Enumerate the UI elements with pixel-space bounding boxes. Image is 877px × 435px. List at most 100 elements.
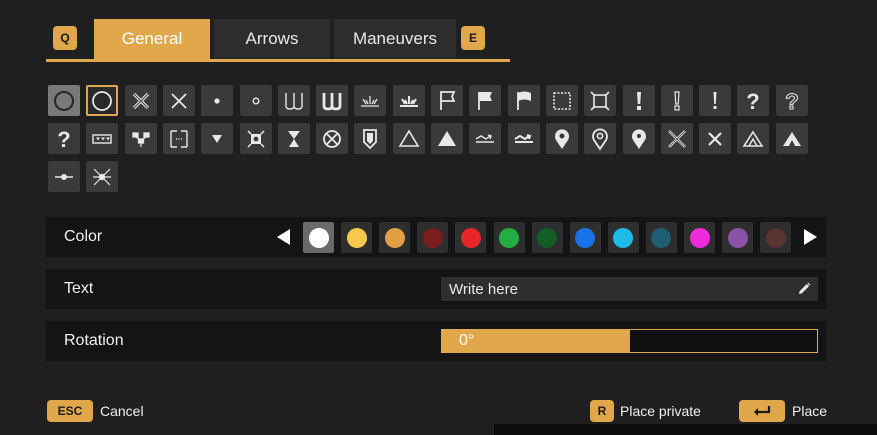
marker-option[interactable] (431, 123, 463, 154)
cluster-icon (131, 131, 150, 147)
marker-option[interactable] (737, 123, 770, 154)
color-swatch[interactable] (684, 222, 715, 253)
flag-outline-icon (440, 90, 456, 110)
minefield-sign-icon (92, 133, 112, 144)
marker-option[interactable]: ? (775, 85, 808, 116)
color-swatch[interactable] (417, 222, 449, 253)
cancel-key[interactable]: ESC (47, 400, 93, 422)
marker-option[interactable] (86, 85, 119, 116)
question-outline-icon: ? (784, 89, 798, 113)
marker-option[interactable] (775, 123, 808, 154)
color-prev-arrow-icon[interactable] (277, 229, 290, 245)
tab-underline (46, 59, 510, 62)
color-swatch[interactable] (645, 222, 677, 253)
marker-option[interactable] (584, 85, 617, 116)
place-private-button[interactable]: Place private (620, 400, 701, 422)
target-square-icon (246, 129, 265, 148)
prev-tab-key[interactable]: Q (53, 26, 77, 50)
color-swatch[interactable] (303, 222, 334, 253)
marker-option[interactable] (162, 85, 195, 116)
marker-option[interactable] (469, 85, 502, 116)
text-input[interactable]: Write here (441, 277, 818, 301)
marker-option[interactable] (201, 85, 234, 116)
marker-option[interactable] (239, 85, 272, 116)
text-placeholder: Write here (449, 280, 518, 298)
hourglass-icon (287, 130, 300, 147)
place-private-key[interactable]: R (590, 400, 614, 422)
marker-option[interactable] (545, 85, 578, 116)
marker-option[interactable] (354, 123, 387, 154)
color-swatch[interactable] (760, 222, 792, 253)
svg-text:?: ? (785, 89, 798, 113)
marker-option[interactable]: ? (48, 123, 80, 154)
cancel-button[interactable]: Cancel (100, 400, 144, 422)
marker-option[interactable] (124, 123, 157, 154)
color-swatch[interactable] (607, 222, 639, 253)
marker-option[interactable] (48, 85, 80, 116)
marker-option[interactable] (239, 123, 272, 154)
rotation-slider[interactable]: 0° (441, 329, 818, 353)
marker-option[interactable] (354, 85, 387, 116)
enter-key[interactable] (739, 400, 785, 422)
marker-option[interactable] (48, 161, 80, 192)
marker-option[interactable] (316, 85, 349, 116)
marker-option[interactable] (277, 85, 310, 116)
color-swatch[interactable] (569, 222, 601, 253)
marker-option[interactable] (316, 123, 349, 154)
color-dot (689, 227, 710, 248)
tab-bar: Q General Arrows Maneuvers E (46, 18, 510, 62)
map-pin-filled-icon (554, 128, 569, 149)
marker-option[interactable] (392, 85, 425, 116)
marker-option[interactable] (507, 123, 540, 154)
marker-option[interactable] (86, 161, 119, 192)
marker-option[interactable] (584, 123, 617, 154)
marker-option[interactable] (201, 123, 234, 154)
color-swatch[interactable] (531, 222, 563, 253)
sunrise-bold-icon (399, 95, 418, 107)
color-swatch[interactable] (341, 222, 373, 253)
color-label: Color (64, 228, 103, 245)
double-u-thin-icon (285, 92, 303, 110)
marker-option[interactable] (660, 85, 693, 116)
rotation-row: Rotation 0° (46, 321, 826, 361)
color-swatch[interactable] (722, 222, 754, 253)
exclamation-outline-icon (674, 90, 680, 111)
text-row: Text Write here (46, 269, 826, 309)
marker-option[interactable] (86, 123, 119, 154)
marker-option[interactable] (507, 85, 540, 116)
color-next-arrow-icon[interactable] (804, 229, 817, 245)
next-tab-key[interactable]: E (461, 26, 485, 50)
tab-arrows[interactable]: Arrows (214, 19, 330, 59)
marker-option[interactable] (545, 123, 578, 154)
color-swatch[interactable] (493, 222, 525, 253)
color-dot (537, 227, 558, 248)
color-dot (499, 227, 519, 248)
map-pin-outline-icon (592, 128, 609, 151)
tab-general[interactable]: General (94, 19, 210, 59)
marker-option[interactable] (622, 85, 655, 116)
marker-option[interactable]: ? (737, 85, 770, 116)
color-swatch[interactable] (455, 222, 487, 253)
color-row: Color (46, 217, 826, 257)
marker-option[interactable] (277, 123, 310, 154)
marker-option[interactable] (431, 85, 463, 116)
marker-option[interactable] (622, 123, 655, 154)
color-dot (460, 227, 481, 248)
small-dot-icon (214, 97, 220, 104)
tab-maneuvers[interactable]: Maneuvers (334, 19, 456, 59)
svg-text:?: ? (747, 89, 760, 113)
tent-filled-icon (782, 131, 801, 146)
x-thin-icon (171, 92, 187, 109)
marker-option[interactable] (124, 85, 157, 116)
marker-option[interactable] (660, 123, 693, 154)
pencil-icon (799, 282, 811, 294)
place-button[interactable]: Place (792, 400, 827, 422)
color-dot (422, 227, 443, 248)
color-swatch[interactable] (379, 222, 411, 253)
marker-option[interactable] (162, 123, 195, 154)
marker-option[interactable] (469, 123, 502, 154)
map-pin-dot-icon (631, 128, 646, 149)
marker-option[interactable] (699, 123, 732, 154)
marker-option[interactable] (392, 123, 425, 154)
marker-option[interactable] (699, 85, 732, 116)
